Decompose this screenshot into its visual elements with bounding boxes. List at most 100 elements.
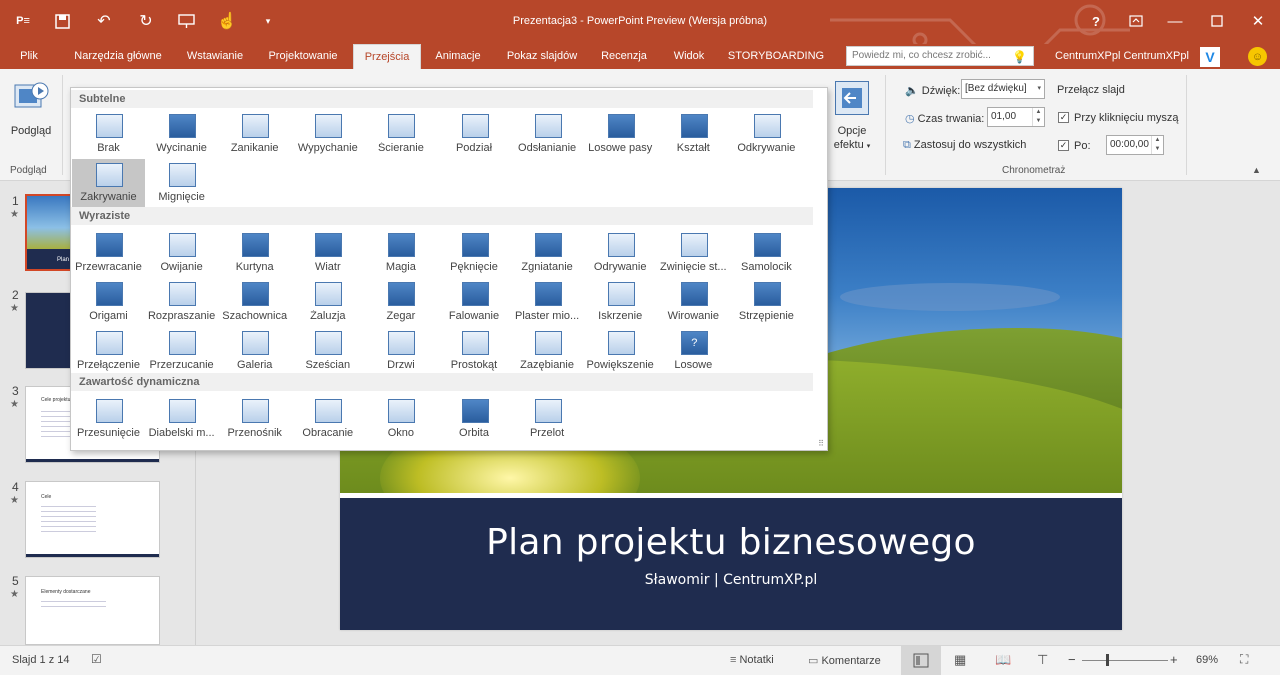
after-time-stepper[interactable]: 00:00,00 ▲ ▼ bbox=[1106, 135, 1164, 155]
transition-item[interactable]: Origami bbox=[72, 278, 145, 326]
transition-item[interactable]: Zanikanie bbox=[218, 110, 291, 158]
transition-item[interactable]: Zgniatanie bbox=[511, 229, 584, 277]
after-checkbox[interactable]: ✓ bbox=[1058, 140, 1069, 151]
transition-item[interactable]: Kształt bbox=[657, 110, 730, 158]
slideshow-view-icon[interactable]: ⊤ bbox=[1037, 652, 1048, 668]
transition-item[interactable]: Obracanie bbox=[291, 395, 364, 443]
transition-item[interactable]: Szachownica bbox=[218, 278, 291, 326]
transition-item[interactable]: Żaluzja bbox=[291, 278, 364, 326]
transition-item[interactable]: Odkrywanie bbox=[730, 110, 803, 158]
effect-options-label-1[interactable]: Opcje bbox=[826, 125, 878, 137]
zoom-slider-thumb[interactable] bbox=[1106, 654, 1109, 666]
slide-sorter-icon[interactable]: ▦ bbox=[954, 652, 966, 668]
transition-item[interactable]: Zwinięcie st... bbox=[657, 229, 730, 277]
tab-insert[interactable]: Wstawianie bbox=[180, 44, 250, 69]
spin-arrows-icon[interactable]: ▲ ▼ bbox=[1032, 108, 1044, 126]
transition-item[interactable]: Sześcian bbox=[291, 327, 364, 375]
transition-item[interactable]: Magia bbox=[364, 229, 437, 277]
tab-transitions[interactable]: Przejścia bbox=[353, 44, 421, 69]
transition-item[interactable]: ? Losowe bbox=[657, 327, 730, 375]
transition-item[interactable]: Przesunięcie bbox=[72, 395, 145, 443]
transition-item[interactable]: Orbita bbox=[438, 395, 511, 443]
fit-to-window-icon[interactable]: ⛶ bbox=[1240, 652, 1248, 667]
minimize-icon[interactable]: — bbox=[1160, 8, 1190, 34]
transition-item[interactable]: Wypychanie bbox=[291, 110, 364, 158]
zoom-out-button[interactable]: − bbox=[1068, 652, 1076, 667]
after-time-value: 00:00,00 bbox=[1110, 139, 1149, 150]
tell-me-search-box[interactable]: Powiedz mi, co chcesz zrobić... 💡 bbox=[846, 46, 1034, 66]
transition-item[interactable]: Ścieranie bbox=[364, 110, 437, 158]
user-account-name[interactable]: CentrumXPpl CentrumXPpl bbox=[1055, 50, 1189, 62]
transition-item[interactable]: Zegar bbox=[364, 278, 437, 326]
transition-item[interactable]: Samolocik bbox=[730, 229, 803, 277]
help-icon[interactable]: ? bbox=[1081, 8, 1111, 34]
transition-item[interactable]: Galeria bbox=[218, 327, 291, 375]
feedback-smiley-icon[interactable]: ☺ bbox=[1248, 47, 1267, 66]
close-icon[interactable]: ✕ bbox=[1243, 8, 1273, 34]
transition-item[interactable]: Iskrzenie bbox=[584, 278, 657, 326]
maximize-icon[interactable] bbox=[1202, 8, 1232, 34]
thumbnail-slide-4[interactable]: Cele bbox=[25, 481, 160, 558]
transition-item[interactable]: Mignięcie bbox=[145, 159, 218, 207]
tab-design[interactable]: Projektowanie bbox=[262, 44, 344, 69]
transition-item[interactable]: Diabelski m... bbox=[145, 395, 218, 443]
transition-item[interactable]: Prostokąt bbox=[438, 327, 511, 375]
thumbnail-slide-5[interactable]: Elementy dostarczane bbox=[25, 576, 160, 645]
transition-item[interactable]: Strzępienie bbox=[730, 278, 803, 326]
preview-label[interactable]: Podgląd bbox=[6, 125, 56, 137]
transition-item[interactable]: Wirowanie bbox=[657, 278, 730, 326]
transition-item[interactable]: Przerzucanie bbox=[145, 327, 218, 375]
slide-title[interactable]: Plan projektu biznesowego bbox=[340, 522, 1122, 563]
transition-item[interactable]: Zakrywanie bbox=[72, 159, 145, 207]
duration-stepper[interactable]: 01,00 ▲ ▼ bbox=[987, 107, 1045, 127]
effect-options-label-2[interactable]: efektu ▾ bbox=[826, 139, 878, 151]
transition-item[interactable]: Plaster mio... bbox=[511, 278, 584, 326]
tab-home[interactable]: Narzędzia główne bbox=[64, 44, 172, 69]
transition-item[interactable]: Przełączenie bbox=[72, 327, 145, 375]
transition-item[interactable]: Odrywanie bbox=[584, 229, 657, 277]
effect-options-button[interactable] bbox=[835, 81, 869, 115]
on-click-checkbox[interactable]: ✓ bbox=[1058, 112, 1069, 123]
reading-view-icon[interactable]: 📖 bbox=[995, 652, 1011, 668]
transition-item[interactable]: Owijanie bbox=[145, 229, 218, 277]
transition-item[interactable]: Podział bbox=[438, 110, 511, 158]
transition-item[interactable]: Zazębianie bbox=[511, 327, 584, 375]
collapse-ribbon-icon[interactable]: ▲ bbox=[1252, 165, 1261, 175]
transition-item[interactable]: Przewracanie bbox=[72, 229, 145, 277]
transition-item[interactable]: Powiększenie bbox=[584, 327, 657, 375]
slide-subtitle[interactable]: Sławomir | CentrumXP.pl bbox=[340, 572, 1122, 588]
tab-file[interactable]: Plik bbox=[6, 44, 52, 69]
zoom-slider[interactable] bbox=[1082, 660, 1168, 661]
transition-item[interactable]: Odsłanianie bbox=[511, 110, 584, 158]
transition-item[interactable]: Drzwi bbox=[364, 327, 437, 375]
comments-button[interactable]: ▭ Komentarze bbox=[808, 654, 881, 667]
tab-view[interactable]: Widok bbox=[666, 44, 712, 69]
resize-grip-icon[interactable]: ⠿ bbox=[818, 439, 824, 448]
preview-button[interactable] bbox=[13, 81, 49, 115]
transition-item[interactable]: Przelot bbox=[511, 395, 584, 443]
spellcheck-icon[interactable]: ☑ bbox=[91, 652, 102, 666]
normal-view-button[interactable] bbox=[901, 646, 941, 675]
transition-item[interactable]: Falowanie bbox=[438, 278, 511, 326]
apply-to-all-button[interactable]: ⧉ Zastosuj do wszystkich bbox=[903, 139, 1026, 152]
transition-item[interactable]: Przenośnik bbox=[218, 395, 291, 443]
tab-storyboarding[interactable]: STORYBOARDING bbox=[722, 44, 830, 69]
transition-item[interactable]: Rozpraszanie bbox=[145, 278, 218, 326]
tab-slideshow[interactable]: Pokaz slajdów bbox=[500, 44, 584, 69]
spin-arrows-icon[interactable]: ▲ ▼ bbox=[1151, 136, 1163, 154]
zoom-level[interactable]: 69% bbox=[1196, 654, 1218, 666]
zoom-in-button[interactable]: + bbox=[1170, 652, 1178, 667]
sound-dropdown[interactable]: [Bez dźwięku] ▾ bbox=[961, 79, 1045, 99]
transition-item[interactable]: Okno bbox=[364, 395, 437, 443]
ribbon-display-icon[interactable] bbox=[1121, 8, 1151, 34]
tab-animations[interactable]: Animacje bbox=[428, 44, 488, 69]
notes-button[interactable]: ≡ Notatki bbox=[730, 654, 774, 666]
transition-item[interactable]: Wiatr bbox=[291, 229, 364, 277]
tab-review[interactable]: Recenzja bbox=[595, 44, 653, 69]
transition-item[interactable]: Wycinanie bbox=[145, 110, 218, 158]
transition-item[interactable]: Pęknięcie bbox=[438, 229, 511, 277]
transition-item[interactable]: Brak bbox=[72, 110, 145, 158]
transition-item[interactable]: Losowe pasy bbox=[584, 110, 657, 158]
user-avatar-icon[interactable]: V bbox=[1200, 47, 1220, 67]
transition-item[interactable]: Kurtyna bbox=[218, 229, 291, 277]
